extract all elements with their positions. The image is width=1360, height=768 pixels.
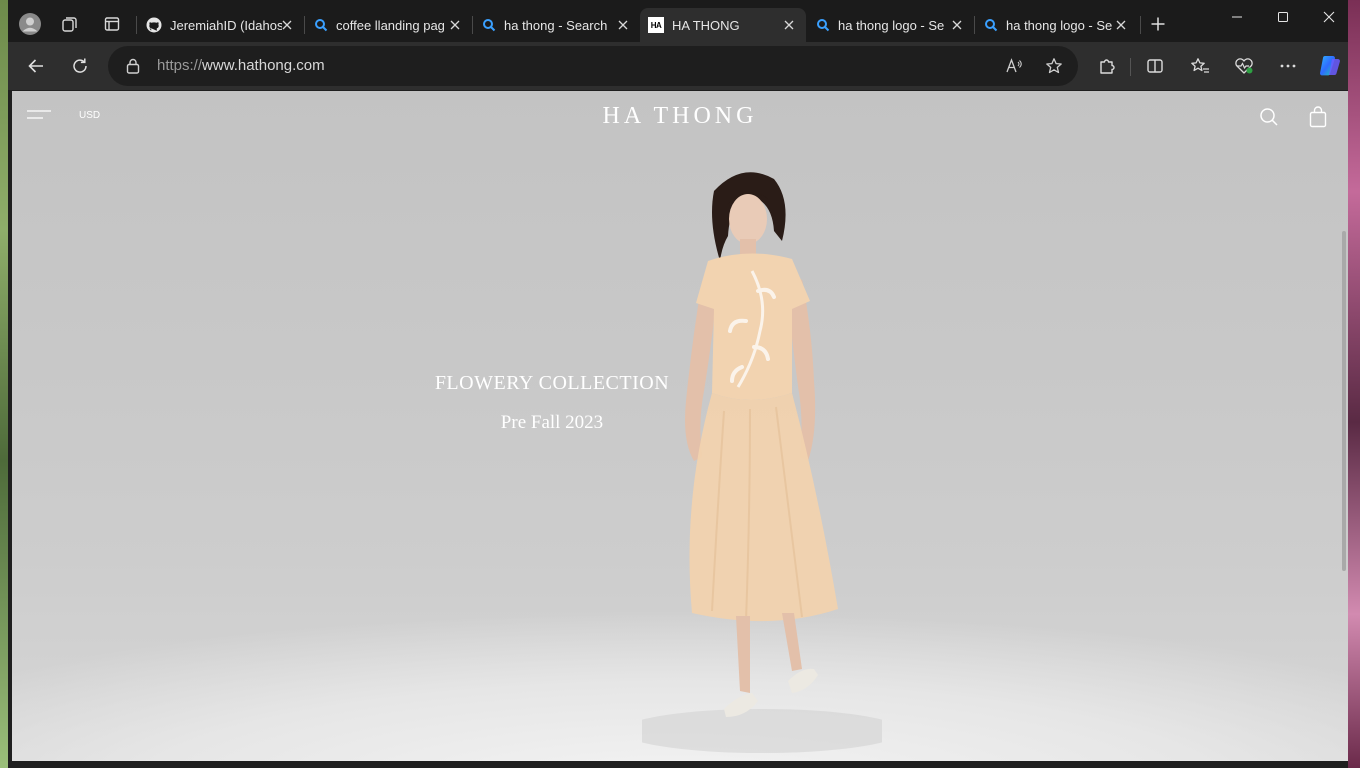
profile-avatar[interactable] [16, 10, 44, 38]
puzzle-icon [1100, 59, 1115, 74]
favorites-button[interactable] [1184, 50, 1216, 82]
shopping-bag-icon [1309, 106, 1327, 128]
browser-tab[interactable]: ha thong - Search [476, 8, 640, 42]
close-tab-icon[interactable] [616, 18, 630, 32]
tab-title: ha thong - Search [504, 17, 608, 33]
workspaces-icon [62, 17, 77, 32]
close-tab-icon[interactable] [448, 18, 462, 32]
favorite-star-button[interactable] [1038, 50, 1070, 82]
close-tab-icon[interactable] [1114, 18, 1128, 32]
page-scrollbar[interactable] [1342, 231, 1346, 571]
more-dots-icon [1280, 64, 1296, 68]
extensions-button[interactable] [1091, 50, 1123, 82]
search-icon [1260, 108, 1278, 126]
browser-window: JeremiahID (Idahos coffee llanding pag h… [8, 0, 1348, 768]
url-protocol: https:// [157, 57, 203, 74]
new-tab-button[interactable] [1144, 10, 1172, 38]
tab-separator [304, 16, 305, 34]
refresh-icon [73, 58, 87, 73]
tab-title: ha thong logo - Se [1006, 17, 1113, 33]
tab-title: HA THONG [672, 17, 740, 33]
split-screen-button[interactable] [1139, 50, 1171, 82]
tab-actions-icon [104, 17, 120, 31]
browser-tab[interactable]: ha thong logo - Se [978, 8, 1138, 42]
tab-separator [1140, 16, 1141, 34]
hero-model-image [642, 172, 882, 753]
close-window-button[interactable] [1306, 6, 1352, 28]
ha-thong-favicon: HA [648, 17, 664, 33]
maximize-button[interactable] [1260, 6, 1306, 28]
read-aloud-button[interactable] [998, 50, 1030, 82]
toolbar-separator [1130, 58, 1131, 76]
close-tab-icon[interactable] [280, 18, 294, 32]
close-icon [1323, 11, 1335, 23]
search-icon [985, 19, 998, 32]
tab-title: ha thong logo - Se [838, 17, 945, 33]
back-arrow-icon [28, 59, 43, 73]
browser-tab[interactable]: coffee llanding pag [308, 8, 472, 42]
tab-title: JeremiahID (Idahos [170, 17, 282, 33]
hero-title: FLOWERY COLLECTION [434, 372, 670, 394]
profile-icon [19, 13, 41, 35]
github-icon [146, 17, 162, 33]
plus-icon [1151, 17, 1165, 31]
copilot-button[interactable] [1314, 50, 1346, 82]
desktop-wallpaper-left [0, 0, 8, 768]
refresh-button[interactable] [64, 50, 96, 82]
maximize-icon [1278, 12, 1288, 22]
tab-separator [974, 16, 975, 34]
site-search-button[interactable] [1259, 107, 1279, 127]
star-icon [1046, 58, 1062, 74]
address-bar[interactable]: https://www.hathong.com [108, 46, 1078, 86]
minimize-icon [1232, 16, 1242, 18]
tab-title: coffee llanding pag [336, 17, 445, 33]
browser-tab-active[interactable]: HA HA THONG [640, 8, 806, 42]
more-menu-button[interactable] [1272, 50, 1304, 82]
split-screen-icon [1147, 59, 1163, 73]
site-header: USD HA THONG [12, 91, 1348, 141]
desktop-wallpaper-right [1348, 0, 1360, 768]
lock-icon[interactable] [126, 58, 140, 74]
tab-actions-button[interactable] [98, 10, 126, 38]
close-tab-icon[interactable] [782, 18, 796, 32]
workspaces-button[interactable] [56, 10, 84, 38]
search-icon [817, 19, 830, 32]
browser-essentials-button[interactable] [1228, 50, 1260, 82]
browser-tab[interactable]: ha thong logo - Se [810, 8, 974, 42]
browser-toolbar: https://www.hathong.com [8, 42, 1348, 90]
heart-pulse-icon [1235, 58, 1253, 74]
site-logo[interactable]: HA THONG [12, 103, 1348, 130]
url-text[interactable]: https://www.hathong.com [157, 57, 325, 74]
search-icon [315, 19, 328, 32]
hero-subtitle: Pre Fall 2023 [500, 412, 604, 433]
browser-tab[interactable]: JeremiahID (Idahos [140, 8, 304, 42]
read-aloud-icon [1006, 58, 1022, 73]
tab-strip: JeremiahID (Idahos coffee llanding pag h… [8, 0, 1348, 42]
tab-separator [136, 16, 137, 34]
back-button[interactable] [20, 50, 52, 82]
url-host: www.hathong.com [202, 57, 325, 74]
search-icon [483, 19, 496, 32]
cart-button[interactable] [1309, 106, 1329, 128]
close-tab-icon[interactable] [950, 18, 964, 32]
webpage-viewport: USD HA THONG FLOWERY COLLECTION Pre Fall… [12, 91, 1348, 761]
copilot-icon [1320, 56, 1340, 76]
favorites-list-icon [1191, 58, 1209, 73]
tab-separator [472, 16, 473, 34]
minimize-button[interactable] [1214, 6, 1260, 28]
